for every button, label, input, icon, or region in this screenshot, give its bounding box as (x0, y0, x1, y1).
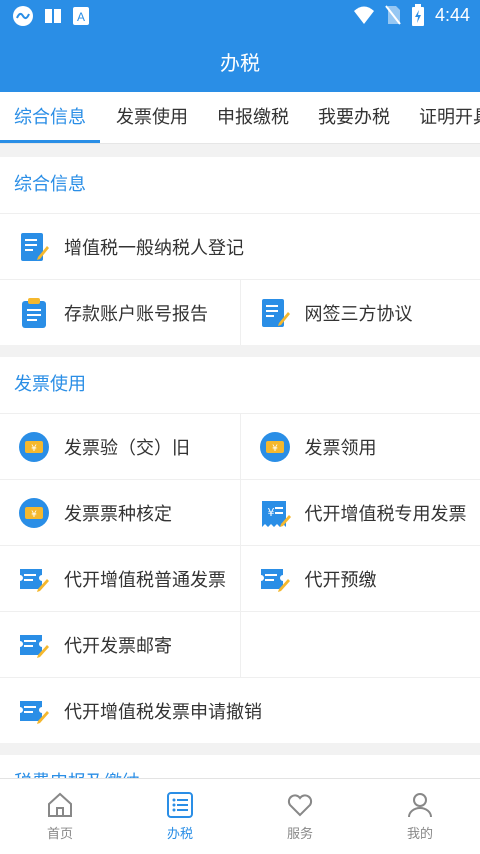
main-content[interactable]: 综合信息 增值税一般纳税人登记 存款账户账号报告 网签三方协议 发票使用 ¥ 发… (0, 145, 480, 778)
ticket-edit-icon (20, 634, 49, 658)
document-edit-icon (21, 232, 49, 261)
item-label: 发票验（交）旧 (64, 437, 190, 459)
svg-text:¥: ¥ (272, 444, 278, 454)
item-label: 代开增值税普通发票 (64, 569, 226, 591)
item-label: 代开增值税发票申请撤销 (64, 701, 262, 723)
user-icon (408, 793, 432, 818)
section-fapiao: 发票使用 ¥ 发票验（交）旧 ¥ 发票领用 ¥ 发票票种核定 ¥ 代开增值税专用… (0, 357, 480, 743)
ticket-edit-icon (260, 568, 290, 592)
tab-banshui[interactable]: 我要办税 (318, 92, 390, 143)
section-title: 发票使用 (14, 374, 86, 395)
item-label: 代开发票邮寄 (64, 635, 172, 657)
item-vat-general-invoice[interactable]: 代开增值税普通发票 (0, 546, 240, 611)
clipboard-icon (22, 297, 46, 328)
nav-home[interactable]: 首页 (0, 779, 120, 854)
nav-label: 办税 (166, 827, 193, 842)
ticket-edit-icon (20, 568, 49, 592)
item-prepayment[interactable]: 代开预缴 (239, 546, 480, 611)
nav-mine[interactable]: 我的 (360, 779, 480, 854)
section-zonghe: 综合信息 增值税一般纳税人登记 存款账户账号报告 网签三方协议 (0, 157, 480, 345)
heart-icon (287, 794, 313, 817)
section-shuifei: 税费申报及缴纳 (0, 755, 480, 778)
item-invoice-claim[interactable]: ¥ 发票领用 (239, 414, 480, 479)
item-tripartite-agreement[interactable]: 网签三方协议 (239, 280, 480, 345)
font-icon: A (73, 7, 89, 25)
no-sim-icon (385, 5, 401, 25)
svg-text:¥: ¥ (31, 510, 37, 520)
home-icon (48, 792, 72, 817)
wifi-icon (353, 6, 374, 24)
status-bar: A 4:44 (0, 0, 480, 34)
ticket-coin-icon: ¥ (19, 497, 49, 528)
book-icon (45, 9, 61, 23)
item-label: 增值税一般纳税人登记 (64, 237, 244, 259)
tab-shenbao[interactable]: 申报缴税 (217, 92, 289, 143)
item-label: 代开预缴 (304, 569, 377, 591)
app-notification-icon (13, 6, 33, 26)
item-invoice-type-approval[interactable]: ¥ 发票票种核定 (0, 480, 240, 545)
empty-cell (239, 612, 480, 677)
item-invoice-cancel-request[interactable]: 代开增值税发票申请撤销 (0, 678, 480, 743)
nav-label: 我的 (406, 827, 433, 842)
page-title: 办税 (0, 34, 480, 92)
item-label: 发票领用 (304, 437, 377, 459)
section-title: 税费申报及缴纳 (0, 755, 480, 778)
svg-text:A: A (77, 10, 85, 24)
receipt-yuan-icon: ¥ (261, 500, 291, 527)
nav-banshui[interactable]: 办税 (120, 779, 240, 854)
item-bank-account-report[interactable]: 存款账户账号报告 (0, 280, 240, 345)
nav-service[interactable]: 服务 (240, 779, 360, 854)
tab-active-indicator (0, 140, 100, 143)
svg-text:¥: ¥ (267, 506, 274, 519)
section-title: 综合信息 (14, 174, 86, 195)
battery-icon (411, 4, 424, 26)
item-invoice-mailing[interactable]: 代开发票邮寄 (0, 612, 240, 677)
tab-bar: 综合信息 发票使用 申报缴税 我要办税 证明开具 (0, 92, 480, 144)
item-label: 网签三方协议 (304, 303, 413, 325)
item-invoice-verify-old[interactable]: ¥ 发票验（交）旧 (0, 414, 240, 479)
item-label: 存款账户账号报告 (64, 303, 208, 325)
item-label: 代开增值税专用发票 (304, 503, 467, 525)
item-label: 发票票种核定 (64, 503, 172, 525)
tab-fapiao[interactable]: 发票使用 (116, 92, 188, 143)
list-icon (167, 792, 193, 818)
bottom-nav: 首页 办税 服务 我的 (0, 778, 480, 854)
tab-zhengming[interactable]: 证明开具 (419, 92, 480, 143)
nav-label: 首页 (46, 827, 73, 842)
item-vat-registration[interactable]: 增值税一般纳税人登记 (0, 214, 480, 279)
ticket-coin-icon: ¥ (19, 431, 49, 462)
nav-label: 服务 (286, 827, 313, 842)
item-vat-special-invoice[interactable]: ¥ 代开增值税专用发票 (239, 480, 480, 545)
status-time: 4:44 (434, 4, 470, 25)
document-edit-icon (261, 298, 290, 327)
ticket-edit-icon (20, 700, 49, 724)
tab-zonghe[interactable]: 综合信息 (14, 92, 86, 143)
ticket-coin-icon: ¥ (259, 431, 290, 462)
svg-text:¥: ¥ (31, 444, 37, 454)
